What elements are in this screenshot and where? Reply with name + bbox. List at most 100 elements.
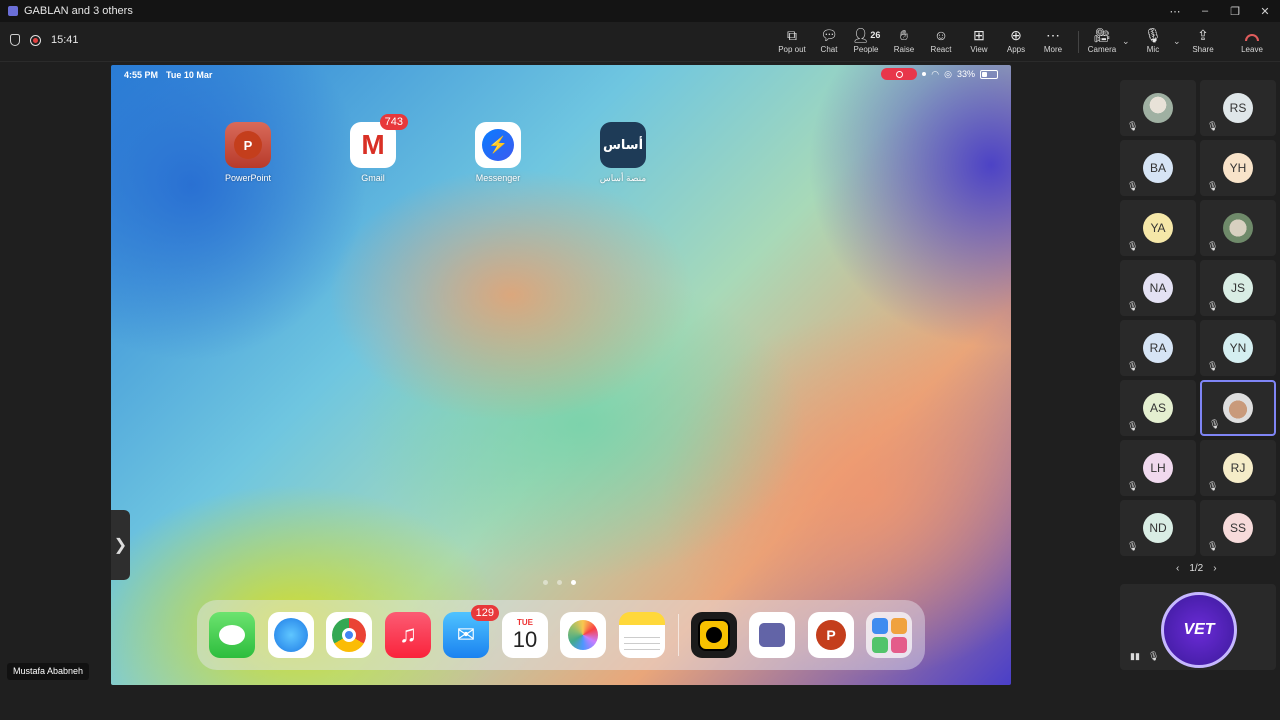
- participant-tile[interactable]: BA 🎙︎: [1120, 140, 1196, 196]
- raise-label: Raise: [893, 45, 915, 54]
- next-page-chevron-icon[interactable]: ›: [1213, 563, 1216, 574]
- screen-recording-icon: [881, 68, 918, 80]
- close-icon[interactable]: ✕: [1250, 0, 1280, 22]
- window-more-icon[interactable]: ⋯: [1160, 0, 1190, 22]
- battery-icon: [980, 69, 998, 79]
- share-icon: ⇪: [1197, 27, 1209, 43]
- avatar: NA: [1143, 273, 1173, 303]
- mic-muted-icon: 🎙︎: [1127, 121, 1139, 131]
- app-gmail[interactable]: M 743 Gmail: [333, 114, 413, 183]
- share-button[interactable]: ⇪ Share: [1185, 26, 1221, 58]
- minimize-icon[interactable]: –: [1190, 0, 1220, 22]
- participant-tile[interactable]: YH 🎙︎: [1200, 140, 1276, 196]
- page-dot: [557, 580, 562, 585]
- expand-chevron-icon[interactable]: ❯: [111, 510, 130, 580]
- featured-participant-tile[interactable]: VET ▮▮ 🎙︎: [1120, 584, 1276, 670]
- react-button[interactable]: ☺ React: [923, 26, 959, 58]
- participant-tile[interactable]: JS 🎙︎: [1200, 260, 1276, 316]
- app-powerpoint[interactable]: P PowerPoint: [208, 122, 288, 183]
- apps-button[interactable]: ⊕ Apps: [998, 26, 1034, 58]
- participant-tile[interactable]: 🎙︎: [1200, 200, 1276, 256]
- notes-icon[interactable]: [619, 612, 665, 658]
- prev-page-chevron-icon[interactable]: ‹: [1176, 563, 1179, 574]
- messages-icon[interactable]: [209, 612, 255, 658]
- view-label: View: [970, 45, 988, 54]
- teams-logo-icon: [8, 6, 18, 16]
- app-messenger[interactable]: ⚡ Messenger: [458, 122, 538, 183]
- camera-label: Camera: [1087, 45, 1117, 54]
- mic-muted-icon: 🎙︎: [1207, 241, 1219, 251]
- chat-label: Chat: [820, 45, 838, 54]
- app-asas[interactable]: أساس منصة أساس: [583, 122, 663, 184]
- react-label: React: [930, 45, 952, 54]
- participant-tile[interactable]: 🎙︎: [1200, 380, 1276, 436]
- meeting-toolbar: 15:41 ⧉ Pop out 💬︎ Chat 👤︎ 26 People ✋︎ R…: [0, 22, 1280, 62]
- participant-tile[interactable]: ND 🎙︎: [1120, 500, 1196, 556]
- participant-tile[interactable]: LH 🎙︎: [1120, 440, 1196, 496]
- people-label: People: [853, 45, 879, 54]
- view-button[interactable]: ⊞ View: [961, 26, 997, 58]
- safari-icon[interactable]: [268, 612, 314, 658]
- avatar: [1223, 213, 1253, 243]
- teams-icon[interactable]: [749, 612, 795, 658]
- shared-screen[interactable]: 4:55 PM Tue 10 Mar ◠ ◎ 33% P PowerPoint …: [111, 65, 1011, 685]
- wifi-icon: ◠: [931, 68, 940, 79]
- more-button[interactable]: ⋯ More: [1035, 26, 1071, 58]
- avatar: [1143, 93, 1173, 123]
- mail-icon[interactable]: ✉ 129: [443, 605, 499, 658]
- avatar: RS: [1223, 93, 1253, 123]
- gmail-icon: M 743: [350, 114, 408, 168]
- chrome-icon[interactable]: [326, 612, 372, 658]
- photos-icon[interactable]: [560, 612, 606, 658]
- powerpoint-dock-icon[interactable]: P: [808, 612, 854, 658]
- participant-tile[interactable]: 🎙︎: [1120, 80, 1196, 136]
- mic-muted-icon: 🎙︎: [1127, 241, 1139, 251]
- participant-tile[interactable]: NA 🎙︎: [1120, 260, 1196, 316]
- mail-badge: 129: [470, 605, 499, 621]
- vet-logo: VET: [1161, 592, 1237, 668]
- recording-icon: [30, 34, 41, 46]
- avatar: BA: [1143, 153, 1173, 183]
- leave-button[interactable]: Leave: [1234, 26, 1270, 58]
- hand-icon: ✋︎: [900, 27, 908, 43]
- avatar: AS: [1143, 393, 1173, 423]
- people-button[interactable]: 👤︎ 26 People: [848, 26, 884, 58]
- participant-tile[interactable]: YN 🎙︎: [1200, 320, 1276, 376]
- avatar: YH: [1223, 153, 1253, 183]
- powerpoint-icon: P: [225, 122, 271, 168]
- page-dot-active: [571, 580, 576, 585]
- participant-tile[interactable]: RA 🎙︎: [1120, 320, 1196, 376]
- avatar: YN: [1223, 333, 1253, 363]
- mic-muted-icon: 🎙︎: [1127, 361, 1139, 371]
- page-indicator[interactable]: [543, 580, 576, 585]
- lock-rotation-icon: ◎: [944, 68, 952, 79]
- calendar-icon[interactable]: TUE 10: [502, 612, 548, 658]
- messenger-icon: ⚡: [475, 122, 521, 168]
- participant-tile[interactable]: RJ 🎙︎: [1200, 440, 1276, 496]
- ios-date: Tue 10 Mar: [166, 70, 213, 80]
- app-library-icon[interactable]: [866, 612, 912, 658]
- restore-icon[interactable]: ❐: [1220, 0, 1250, 22]
- mic-muted-icon: 🎙︎: [1127, 301, 1139, 311]
- mic-options-chevron-icon[interactable]: ⌄: [1173, 36, 1181, 47]
- brawl-stars-icon[interactable]: [691, 612, 737, 658]
- camera-options-chevron-icon[interactable]: ⌄: [1122, 36, 1130, 47]
- raise-hand-button[interactable]: ✋︎ Raise: [886, 26, 922, 58]
- participant-tile[interactable]: YA 🎙︎: [1120, 200, 1196, 256]
- grid-icon: ⊞: [973, 27, 985, 43]
- music-icon[interactable]: ♫: [385, 612, 431, 658]
- participant-tile[interactable]: RS 🎙︎: [1200, 80, 1276, 136]
- chat-button[interactable]: 💬︎ Chat: [811, 26, 847, 58]
- presenter-name: Mustafa Ababneh: [7, 663, 90, 680]
- gmail-badge: 743: [379, 114, 408, 130]
- page-dot: [543, 580, 548, 585]
- camera-button[interactable]: 🎥︎ Camera: [1084, 26, 1120, 58]
- apps-label: Apps: [1006, 45, 1026, 54]
- mic-muted-icon: 🎙︎: [1127, 421, 1139, 431]
- participant-tile[interactable]: AS 🎙︎: [1120, 380, 1196, 436]
- mic-indicator-icon: [922, 72, 927, 76]
- mic-muted-icon: 🎙︎: [1127, 541, 1139, 551]
- mic-button[interactable]: 🎙︎ Mic: [1135, 26, 1171, 58]
- participant-tile[interactable]: SS 🎙︎: [1200, 500, 1276, 556]
- popout-button[interactable]: ⧉ Pop out: [774, 26, 810, 58]
